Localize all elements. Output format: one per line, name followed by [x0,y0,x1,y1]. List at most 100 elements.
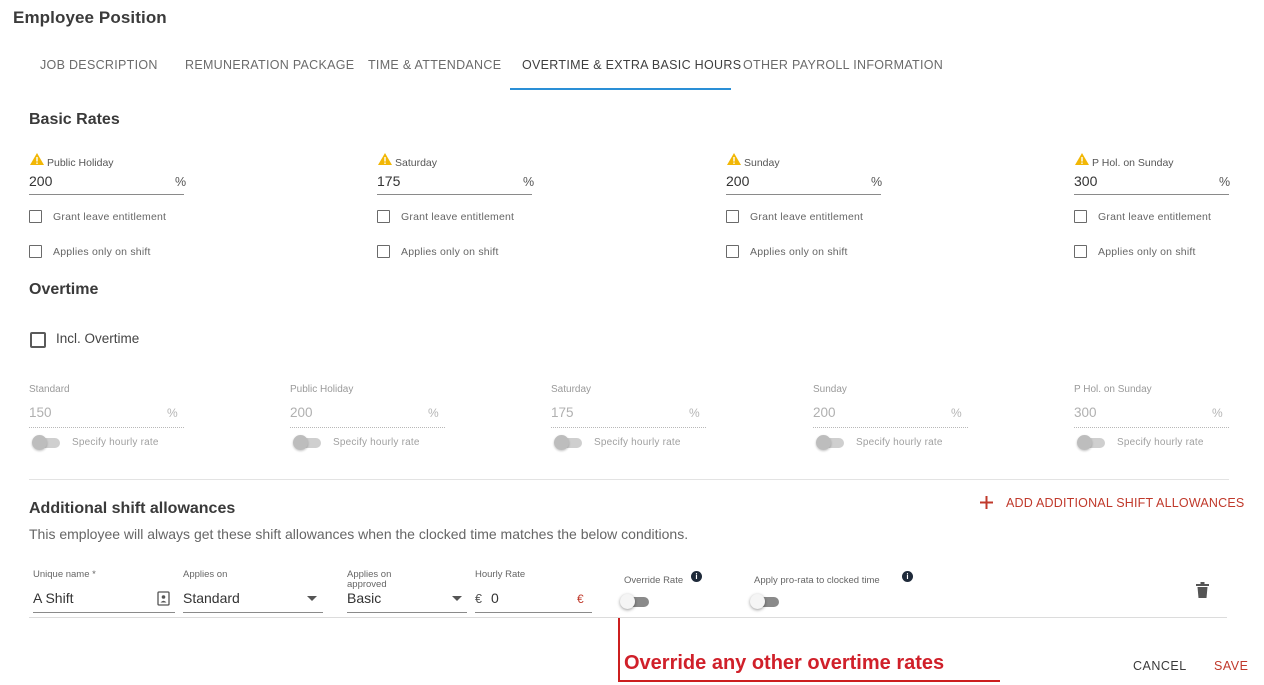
sunday-label: Sunday [744,157,780,169]
overtime-saturday-input[interactable]: 175 [551,405,574,420]
specify-hourly-rate-label: Specify hourly rate [72,437,159,448]
add-shift-allowances-label: ADD ADDITIONAL SHIFT ALLOWANCES [1006,495,1245,510]
trash-icon[interactable] [1196,582,1209,598]
grant-leave-checkbox[interactable] [29,210,42,223]
warning-icon [30,153,44,165]
field-underline [29,194,184,195]
active-tab-indicator [510,88,731,90]
field-underline [183,612,323,613]
field-underline [347,612,467,613]
specify-hourly-rate-label: Specify hourly rate [1117,437,1204,448]
callout-line [618,618,620,682]
grant-leave-checkbox[interactable] [1074,210,1087,223]
row-divider [29,617,1227,618]
specify-hourly-rate-label: Specify hourly rate [333,437,420,448]
hourly-rate-label: Hourly Rate [475,569,526,580]
toggle-knob [1077,435,1092,450]
toggle-knob [620,594,635,609]
contact-card-icon[interactable] [157,591,170,606]
percent-unit: % [689,406,700,420]
prorata-label: Apply pro-rata to clocked time [754,575,880,586]
applies-on-approved-label-2: approved [347,579,387,590]
saturday-rate-input[interactable]: 175 [377,173,400,189]
tab-overtime-extra-basic-hours[interactable]: OVERTIME & EXTRA BASIC HOURS [522,58,741,72]
grant-leave-label: Grant leave entitlement [750,211,864,223]
info-icon[interactable]: i [691,571,702,582]
applies-shift-checkbox[interactable] [377,245,390,258]
incl-overtime-label: Incl. Overtime [56,331,140,346]
callout-underline [618,680,1000,682]
p-hol-on-sunday-rate-input[interactable]: 300 [1074,173,1097,189]
incl-overtime-checkbox[interactable] [30,332,46,348]
specify-hourly-rate-label: Specify hourly rate [856,437,943,448]
overtime-p-hol-on-sunday-input[interactable]: 300 [1074,405,1097,420]
currency-prefix: € [475,592,482,606]
toggle-knob [816,435,831,450]
p-hol-on-sunday-label: P Hol. on Sunday [1092,157,1174,169]
tab-job-description[interactable]: JOB DESCRIPTION [40,58,158,72]
applies-on-approved-select[interactable]: Basic [347,590,381,606]
field-underline [29,427,184,428]
percent-unit: % [1212,406,1223,420]
percent-unit: % [167,406,178,420]
applies-shift-checkbox[interactable] [726,245,739,258]
public-holiday-rate-input[interactable]: 200 [29,173,52,189]
field-underline [377,194,532,195]
field-underline [290,427,445,428]
add-shift-allowances-button[interactable]: ADD ADDITIONAL SHIFT ALLOWANCES [979,495,1244,510]
toggle-knob [32,435,47,450]
toggle-knob [554,435,569,450]
applies-shift-label: Applies only on shift [53,246,151,258]
overtime-sunday-label: Sunday [813,384,847,395]
save-button[interactable]: SAVE [1214,659,1248,673]
callout-text: Override any other overtime rates [624,652,945,674]
overtime-p-hol-on-sunday-label: P Hol. on Sunday [1074,384,1152,395]
field-underline [33,612,175,613]
percent-unit: % [523,175,535,189]
overtime-standard-input[interactable]: 150 [29,405,52,420]
cancel-button[interactable]: CANCEL [1133,659,1187,673]
hourly-rate-input[interactable]: 0 [491,590,499,606]
overtime-title: Overtime [29,281,99,298]
applies-shift-checkbox[interactable] [1074,245,1087,258]
percent-unit: % [951,406,962,420]
applies-shift-label: Applies only on shift [401,246,499,258]
grant-leave-label: Grant leave entitlement [53,211,167,223]
unique-name-input[interactable]: A Shift [33,590,73,606]
specify-hourly-rate-label: Specify hourly rate [594,437,681,448]
tab-other-payroll-information[interactable]: OTHER PAYROLL INFORMATION [743,58,943,72]
overtime-saturday-label: Saturday [551,384,592,395]
warning-icon [727,153,741,165]
percent-unit: % [175,175,187,189]
grant-leave-checkbox[interactable] [726,210,739,223]
overtime-public-holiday-input[interactable]: 200 [290,405,313,420]
field-underline [551,427,706,428]
field-underline [475,612,592,613]
plus-icon [980,496,993,509]
tab-time-attendance[interactable]: TIME & ATTENDANCE [368,58,501,72]
applies-on-select[interactable]: Standard [183,590,240,606]
toggle-knob [293,435,308,450]
grant-leave-checkbox[interactable] [377,210,390,223]
chevron-down-icon[interactable] [452,596,462,601]
grant-leave-label: Grant leave entitlement [1098,211,1212,223]
percent-unit: % [871,175,883,189]
field-underline [726,194,881,195]
allowances-title: Additional shift allowances [29,500,236,517]
applies-shift-label: Applies only on shift [750,246,848,258]
applies-shift-checkbox[interactable] [29,245,42,258]
override-rate-label: Override Rate [624,575,684,586]
saturday-label: Saturday [395,157,438,169]
warning-icon [378,153,392,165]
warning-icon [1075,153,1089,165]
sunday-rate-input[interactable]: 200 [726,173,749,189]
overtime-standard-label: Standard [29,384,70,395]
tab-remuneration-package[interactable]: REMUNERATION PACKAGE [185,58,354,72]
chevron-down-icon[interactable] [307,596,317,601]
field-underline [1074,427,1229,428]
overtime-sunday-input[interactable]: 200 [813,405,836,420]
info-icon[interactable]: i [902,571,913,582]
percent-unit: % [1219,175,1231,189]
page-title: Employee Position [13,8,167,27]
currency-suffix: € [577,592,584,606]
